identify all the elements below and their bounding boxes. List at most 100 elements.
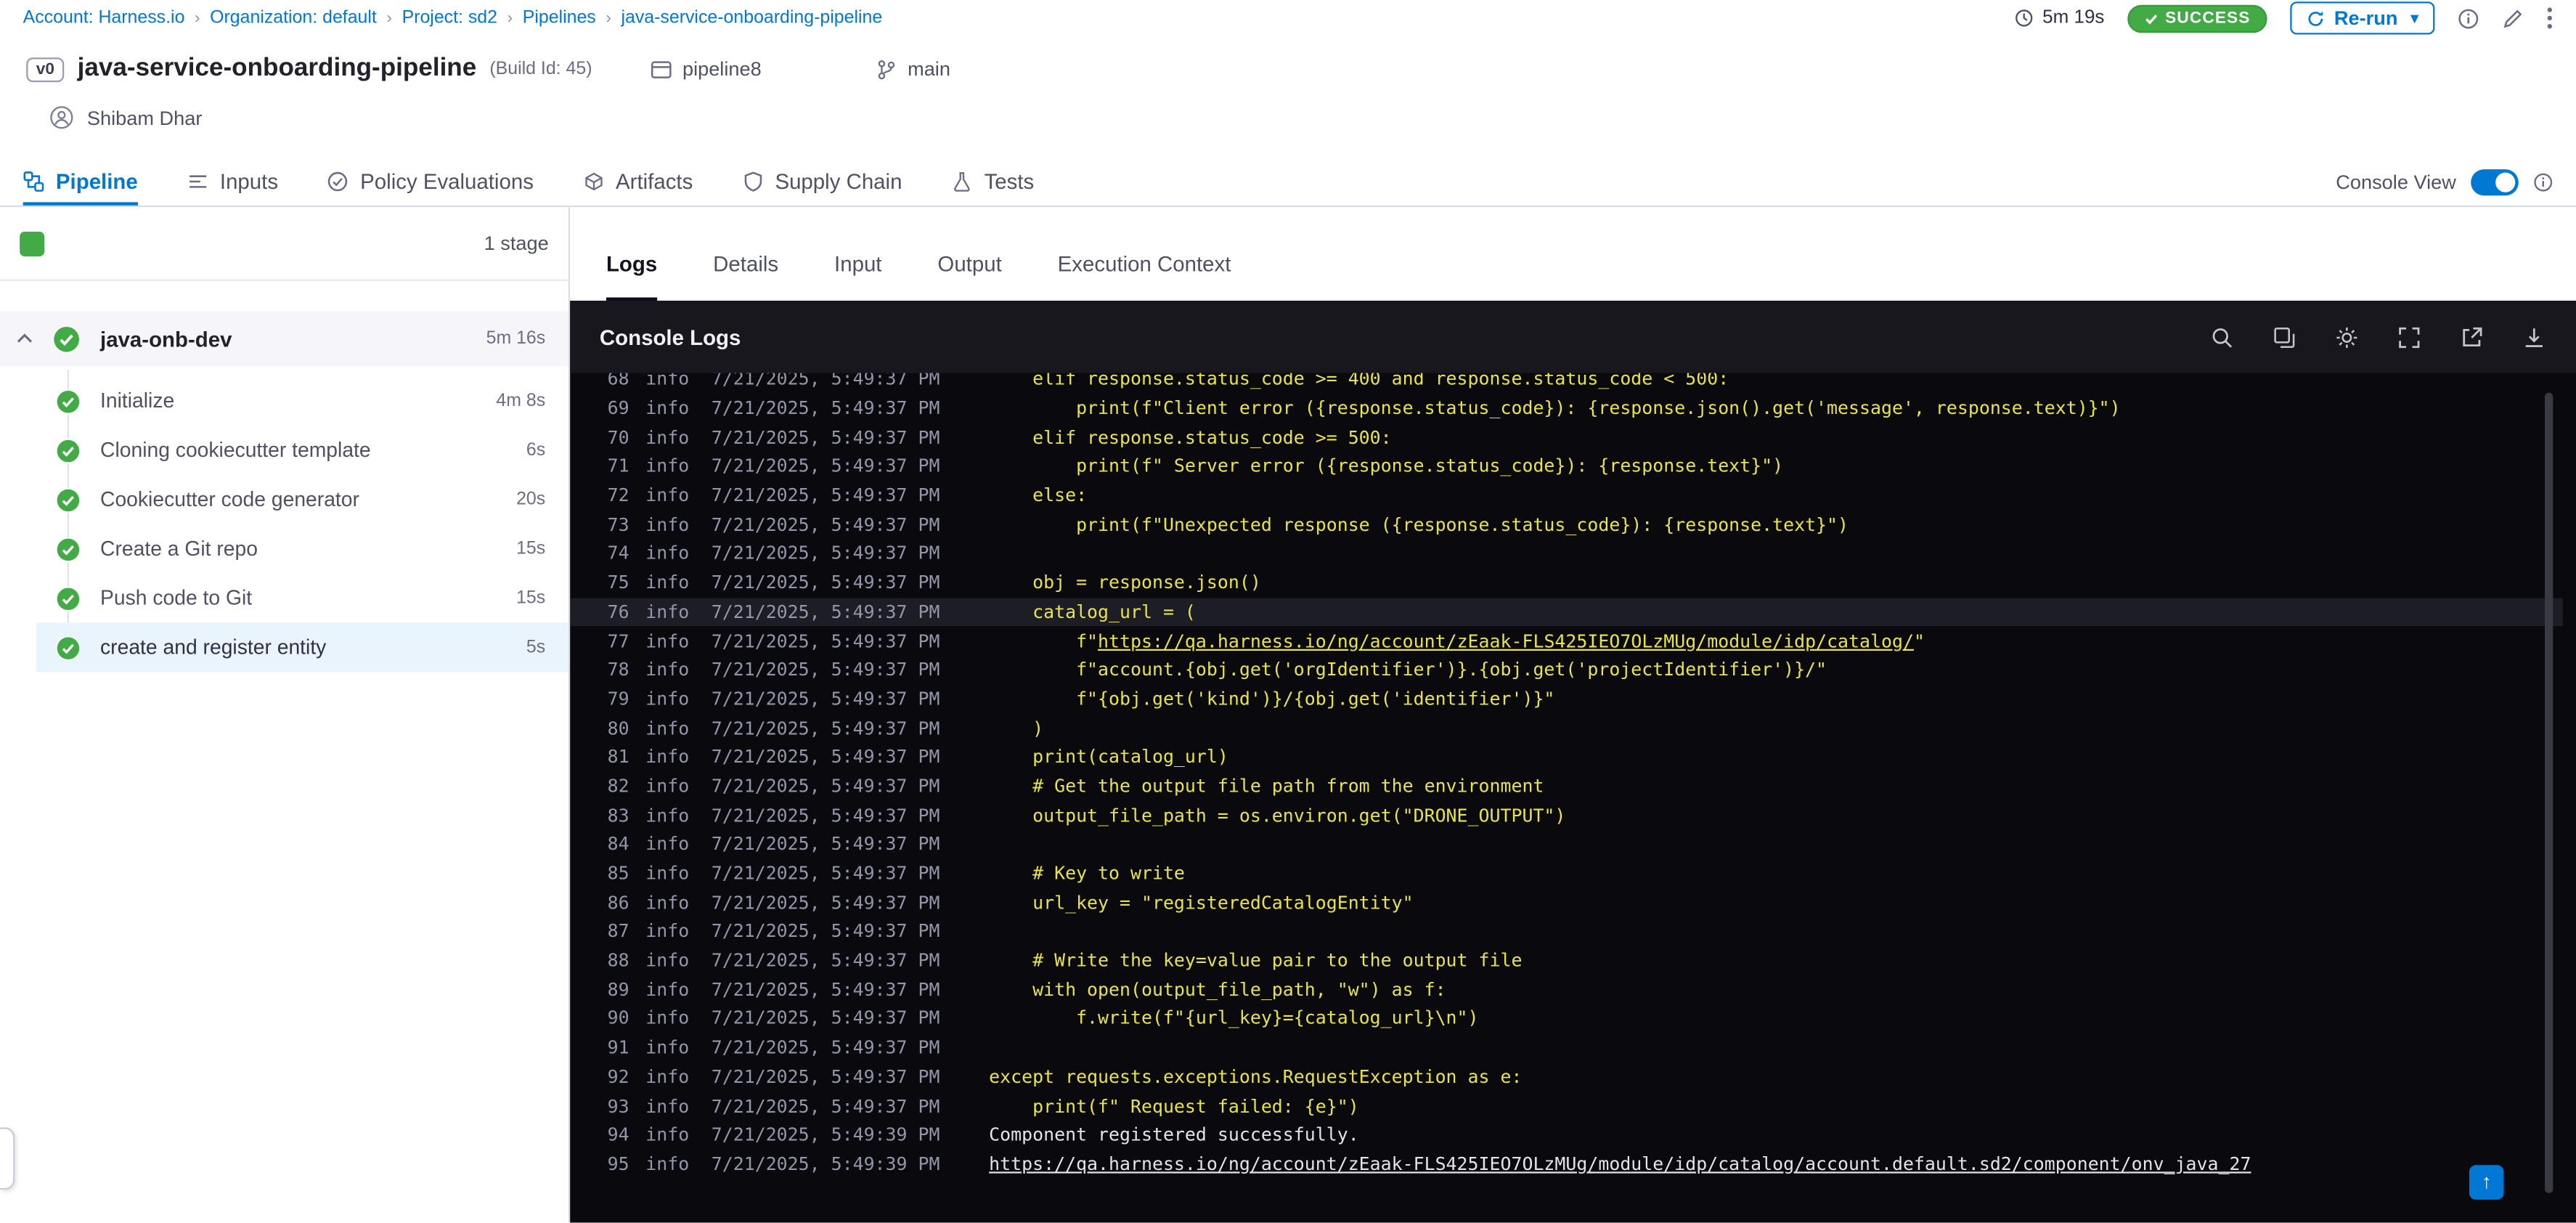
log-level: info (645, 950, 690, 972)
log-level: info (645, 804, 690, 826)
log-text: # Write the key=value pair to the output… (989, 950, 1523, 972)
console-scrollbar[interactable] (2545, 392, 2553, 1193)
step-duration: 4m 8s (496, 391, 546, 411)
breadcrumb-pipeline-name[interactable]: java-service-onboarding-pipeline (621, 8, 882, 28)
chevron-up-icon[interactable] (17, 333, 33, 344)
log-line-number: 81 (607, 746, 629, 768)
rerun-button[interactable]: Re-run ▾ (2289, 1, 2435, 35)
log-line-number: 77 (607, 630, 629, 652)
tab-tests[interactable]: Tests (951, 158, 1034, 206)
stage-status-square-icon[interactable] (20, 230, 45, 256)
breadcrumb-project[interactable]: Project: sd2 (402, 8, 497, 28)
tab-supply-chain[interactable]: Supply Chain (742, 158, 902, 206)
success-check-icon (55, 487, 81, 512)
log-link[interactable]: https://qa.harness.io/ng/account/zEaak-F… (1098, 630, 1914, 651)
log-text: elif response.status_code >= 400 and res… (989, 373, 1729, 391)
tab-artifacts[interactable]: Artifacts (583, 158, 693, 206)
edit-pencil-icon[interactable] (2502, 7, 2523, 28)
log-line-number: 92 (607, 1066, 629, 1088)
clock-icon (2015, 8, 2034, 28)
tab-details[interactable]: Details (713, 251, 778, 301)
step-cookiecutter-code-generator[interactable]: Cookiecutter code generator 20s (36, 475, 568, 524)
log-line-number: 86 (607, 892, 629, 914)
stage-header-java-onb-dev[interactable]: java-onb-dev 5m 16s (0, 310, 568, 367)
tab-pipeline[interactable]: Pipeline (23, 158, 138, 206)
log-output[interactable]: 68 info 7/21/2025, 5:49:37 PM elif respons… (570, 373, 2563, 1223)
step-duration: 5s (526, 637, 546, 658)
log-line-number: 74 (607, 543, 629, 565)
log-level: info (645, 746, 690, 768)
avatar (49, 105, 74, 130)
git-branch[interactable]: main (876, 57, 950, 81)
console-view-label: Console View (2336, 170, 2456, 193)
console-panel: Console Logs 68 info 7/21/2025, 5:49:37 PM… (570, 301, 2576, 1223)
tab-label: Inputs (219, 169, 279, 195)
tab-execution-context[interactable]: Execution Context (1058, 251, 1231, 301)
breadcrumb-pipelines[interactable]: Pipelines (523, 8, 596, 28)
log-level: info (645, 601, 690, 623)
breadcrumb-organization[interactable]: Organization: default (210, 8, 377, 28)
tab-inputs[interactable]: Inputs (187, 158, 278, 206)
log-message: print(f" Request failed: {e}") (989, 1095, 1359, 1116)
download-icon[interactable] (2522, 325, 2546, 349)
info-icon[interactable] (2533, 171, 2553, 191)
log-line: 84 info 7/21/2025, 5:49:37 PM (570, 830, 2563, 859)
step-push-code-to-git[interactable]: Push code to Git 15s (36, 574, 568, 623)
fullscreen-icon[interactable] (2397, 325, 2421, 349)
breadcrumb-separator: › (386, 9, 392, 28)
log-level: info (645, 630, 690, 652)
success-check-icon (55, 536, 81, 561)
log-timestamp: 7/21/2025, 5:49:37 PM (711, 921, 940, 943)
tab-logs[interactable]: Logs (606, 251, 658, 301)
flask-icon (951, 171, 972, 192)
log-text: catalog_url = ( (989, 601, 1196, 623)
log-timestamp: 7/21/2025, 5:49:37 PM (711, 572, 940, 594)
title-block: v0 java-service-onboarding-pipeline (Bui… (0, 36, 2576, 158)
log-line: 81 info 7/21/2025, 5:49:37 PM print(catalo… (570, 743, 2563, 772)
tab-output[interactable]: Output (937, 251, 1001, 301)
console-view-toggle[interactable] (2471, 168, 2519, 195)
pipeline-template[interactable]: pipeline8 (651, 57, 762, 81)
log-message: else: (989, 485, 1087, 506)
stage-name: java-onb-dev (100, 326, 232, 352)
log-line-number: 88 (607, 950, 629, 972)
search-icon[interactable] (2209, 325, 2234, 349)
log-line: 72 info 7/21/2025, 5:49:37 PM else: (570, 481, 2563, 510)
inputs-icon (187, 171, 208, 192)
step-duration: 15s (516, 588, 546, 609)
step-create-a-git-repo[interactable]: Create a Git repo 15s (36, 524, 568, 574)
breadcrumb-account[interactable]: Account: Harness.io (23, 8, 185, 28)
breadcrumb-separator: › (606, 9, 611, 28)
info-icon[interactable] (2458, 7, 2479, 28)
step-initialize[interactable]: Initialize 4m 8s (36, 376, 568, 426)
log-message: f"account.{obj.get('orgIdentifier')}.{ob… (989, 659, 1827, 680)
scroll-to-top-button[interactable]: ↑ (2469, 1165, 2504, 1200)
nav-expand-handle[interactable] (0, 1127, 15, 1190)
log-line: 86 info 7/21/2025, 5:49:37 PM url_key = "r… (570, 888, 2563, 917)
tab-label: Policy Evaluations (360, 169, 534, 195)
log-link[interactable]: https://qa.harness.io/ng/account/zEaak-F… (989, 1153, 2251, 1174)
log-level: info (645, 892, 690, 914)
copy-icon[interactable] (2272, 325, 2296, 349)
log-text: f.write(f"{url_key}={catalog_url}\n") (989, 1008, 1479, 1030)
log-timestamp: 7/21/2025, 5:49:37 PM (711, 630, 940, 652)
tab-policy-evaluations[interactable]: Policy Evaluations (327, 158, 534, 206)
policy-check-icon (327, 171, 349, 192)
log-level: info (645, 373, 690, 391)
step-create-and-register-entity[interactable]: create and register entity 5s (36, 622, 568, 673)
step-cloning-cookiecutter-template[interactable]: Cloning cookiecutter template 6s (36, 426, 568, 475)
stage-duration: 5m 16s (486, 328, 546, 349)
kebab-menu-icon[interactable] (2546, 7, 2553, 30)
log-level: info (645, 455, 690, 478)
branch-name: main (908, 57, 950, 81)
tab-input[interactable]: Input (834, 251, 881, 301)
log-line: 90 info 7/21/2025, 5:49:37 PM f.write(f"{u… (570, 1004, 2563, 1033)
step-duration: 6s (526, 440, 546, 460)
settings-gear-icon[interactable] (2334, 325, 2359, 349)
log-line-number: 70 (607, 426, 629, 449)
duration-label: 5m 19s (2042, 8, 2105, 28)
log-text: print(f"Unexpected response ({response.s… (989, 513, 1849, 536)
open-in-new-icon[interactable] (2459, 325, 2484, 349)
log-level: info (645, 1008, 690, 1030)
log-text: print(f" Request failed: {e}") (989, 1095, 1359, 1117)
